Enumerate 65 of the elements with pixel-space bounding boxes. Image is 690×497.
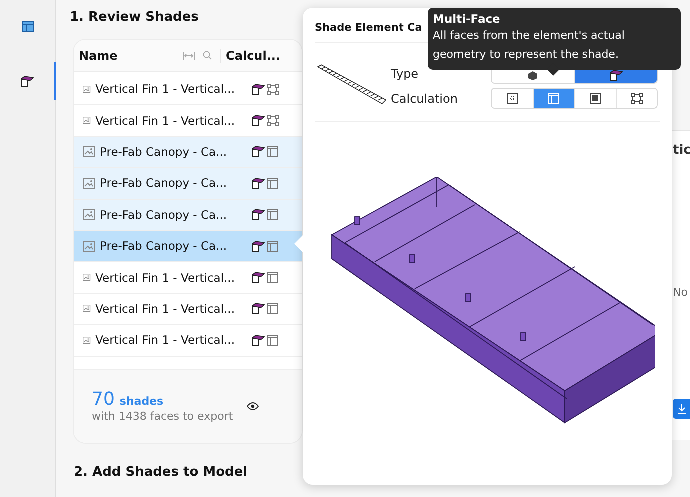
shade-name: Pre-Fab Canopy - Ca... [100,208,228,222]
panel-icon [267,178,278,189]
corners-icon [267,84,279,95]
image-icon [83,303,91,314]
shade-icon [252,115,265,126]
section-title: 2. Add Shades to Model [74,464,248,482]
shade-name: Pre-Fab Canopy - Ca... [100,144,228,159]
dotted-square-icon [506,93,518,104]
calculation-toggle[interactable] [491,88,658,109]
tooltip-text: All faces from the element's actual geometry to represent the shade. [433,28,626,63]
count-unit: shades [120,395,164,408]
shade-count: 70 [92,389,115,410]
shade-name: Vertical Fin 1 - Vertical... [96,270,235,285]
panel-icon [267,303,278,314]
image-icon [83,334,91,346]
image-icon [83,272,91,284]
calculation-label: Calculation [391,92,459,106]
shade-icon [252,240,265,252]
shade-icon [252,303,265,314]
corners-icon [267,115,279,126]
framed-square-icon [590,93,601,104]
table-row[interactable]: Pre-Fab Canopy - Ca... [74,230,302,262]
type-label: Type [391,66,420,80]
panel-icon [267,240,278,252]
table-icon [22,20,34,32]
table-row[interactable]: Pre-Fab Canopy - Ca... [74,200,302,231]
table-row[interactable]: Pre-Fab Canopy - Ca... [74,136,302,168]
shade-name: Pre-Fab Canopy - Ca... [100,176,228,190]
tooltip-title: Multi-Face [433,12,502,26]
panel-icon [267,209,278,220]
panel-icon [548,93,560,104]
eye-icon[interactable] [247,402,260,411]
image-icon [83,115,91,126]
shade-name: Vertical Fin 1 - Vertical... [96,114,235,128]
column-header[interactable]: Name [79,48,176,62]
image-icon [83,84,91,95]
shade-name: Vertical Fin 1 - Vertical... [96,302,235,316]
download-icon [677,404,687,414]
shade-icon [252,146,265,158]
popover-title: Shade Element Ca [315,22,422,34]
shade-name: Pre-Fab Canopy - Ca... [100,239,228,254]
calculation-option[interactable] [616,89,657,108]
shade-icon [252,209,265,220]
panel-icon [267,272,278,284]
shade-icon [252,84,265,95]
image-icon [83,146,95,158]
column-header[interactable]: Calcul... [226,48,302,62]
faces-summary: with 1438 faces to export [92,410,234,424]
section-title: 1. Review Shades [70,10,199,27]
card-text: No [673,286,688,299]
shade-icon [252,334,265,346]
table-row[interactable]: Pre-Fab Canopy - Ca... [74,168,302,200]
shade-icon [252,178,265,189]
table-row[interactable]: Vertical Fin 1 - Vertical... [74,294,302,326]
panel-icon [267,146,278,158]
beam-drawing [317,63,387,107]
corners-icon [630,93,643,104]
shade-name: Vertical Fin 1 - Vertical... [96,82,235,96]
panel-icon [267,334,278,346]
shade-icon [252,272,265,284]
shade-icon [21,76,34,86]
image-icon [83,209,95,220]
image-icon [83,240,95,252]
shade-name: Vertical Fin 1 - Vertical... [96,333,235,348]
image-icon [83,178,95,189]
